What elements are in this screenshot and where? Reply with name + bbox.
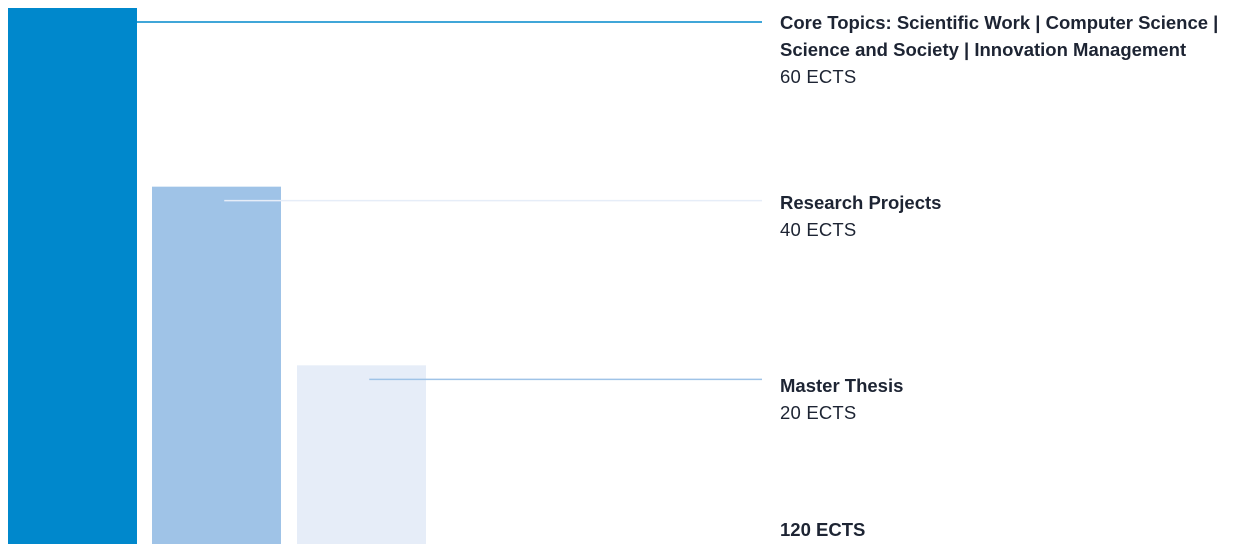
value-label: 60 ECTS (780, 66, 857, 87)
bar-master-thesis (297, 365, 426, 544)
label-research-projects: Research Projects 40 ECTS (780, 189, 1242, 243)
value-label: 20 ECTS (780, 402, 857, 423)
label-master-thesis: Master Thesis 20 ECTS (780, 372, 1242, 426)
bar-core-topics (8, 8, 137, 544)
category-label: Master Thesis (780, 375, 904, 396)
ects-chart-page: { "chart_data": { "type": "bar", "unit":… (0, 0, 1250, 544)
label-core-topics: Core Topics: Scientific Work | Computer … (780, 9, 1242, 90)
bar-research-projects (152, 186, 281, 544)
category-label: Core Topics: Scientific Work | Computer … (780, 12, 1219, 60)
total-ects-label: 120 ECTS (780, 519, 866, 540)
category-label: Research Projects (780, 192, 942, 213)
value-label: 40 ECTS (780, 219, 857, 240)
bars-group (8, 8, 426, 544)
